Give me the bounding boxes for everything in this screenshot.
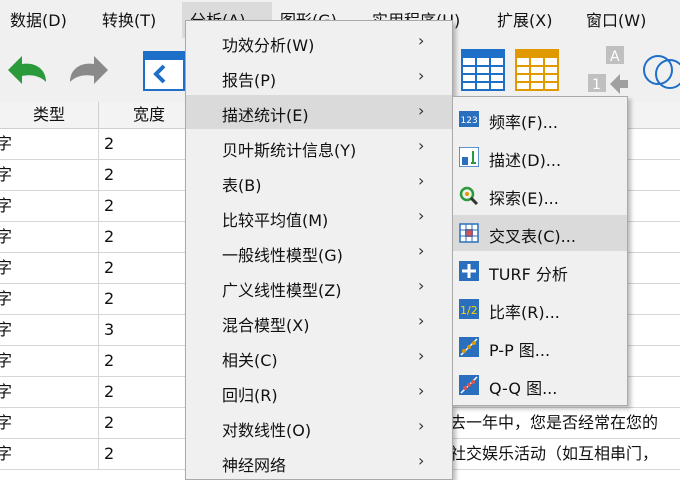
menu-item-ratio[interactable]: 1/2 比率(R)... (453, 291, 627, 327)
submenu-arrow-icon: › (418, 171, 425, 190)
menu-item-regression[interactable]: 回归(R) › (186, 375, 452, 409)
analyze-menu: 功效分析(W) › 报告(P) › 描述统计(E) › 贝叶斯统计信息(Y) › 表(B… (185, 20, 453, 480)
cell-type: 字 (0, 382, 12, 401)
submenu-arrow-icon: › (418, 136, 425, 155)
cell-type: 字 (0, 320, 12, 339)
undo-icon[interactable] (6, 54, 50, 88)
cell-type: 字 (0, 351, 12, 370)
menu-item-correlate[interactable]: 相关(C) › (186, 340, 452, 374)
menu-item-mixed-models[interactable]: 混合模型(X) › (186, 305, 452, 339)
value-labels-icon[interactable]: A 1 (584, 44, 634, 98)
menu-item-neural-networks[interactable]: 神经网络 › (186, 445, 452, 479)
submenu-arrow-icon: › (418, 416, 425, 435)
cell-width[interactable]: 2 (99, 128, 188, 159)
cell-width[interactable]: 2 (99, 159, 188, 190)
cell-width[interactable]: 2 (99, 407, 188, 438)
crosstabs-icon (459, 223, 479, 243)
menu-item-pp-plot[interactable]: P-P 图... (453, 329, 627, 365)
cell-width[interactable]: 2 (99, 221, 188, 252)
menu-item-reports[interactable]: 报告(P) › (186, 60, 452, 94)
submenu-arrow-icon: › (418, 101, 425, 120)
ratio-icon: 1/2 (459, 299, 479, 319)
menu-extensions[interactable]: 扩展(X) (497, 10, 552, 32)
cell-type: 字 (0, 196, 12, 215)
header-width[interactable]: 宽度 (99, 102, 199, 128)
turf-icon (459, 261, 479, 281)
menu-window[interactable]: 窗口(W) (586, 10, 646, 32)
use-sets-icon[interactable] (640, 50, 680, 90)
header-type[interactable]: 类型 (0, 102, 99, 128)
cell-width[interactable]: 2 (99, 345, 188, 376)
cell-type: 字 (0, 444, 12, 463)
cell-type: 字 (0, 227, 12, 246)
descriptives-submenu: 123 频率(F)... 描述(D)... 探索(E)... 交叉表(C)...… (452, 96, 628, 406)
svg-text:A: A (610, 49, 620, 65)
menu-item-bayesian[interactable]: 贝叶斯统计信息(Y) › (186, 130, 452, 164)
submenu-arrow-icon: › (418, 311, 425, 330)
cell-width[interactable]: 2 (99, 438, 188, 469)
menu-data[interactable]: 数据(D) (10, 10, 67, 32)
submenu-arrow-icon: › (418, 206, 425, 225)
cell-width[interactable]: 3 (99, 314, 188, 345)
goto-case-icon[interactable] (142, 48, 186, 94)
redo-icon[interactable] (66, 54, 110, 88)
menu-item-descriptives[interactable]: 描述(D)... (453, 139, 627, 175)
variable-view-icon[interactable] (514, 48, 560, 94)
menu-item-loglinear[interactable]: 对数线性(O) › (186, 410, 452, 444)
cell-label[interactable]: 去一年中，您是否经常在您的 (450, 407, 680, 438)
svg-text:123: 123 (461, 116, 478, 126)
menu-item-generalized-linear-model[interactable]: 广义线性模型(Z) › (186, 270, 452, 304)
submenu-arrow-icon: › (418, 241, 425, 260)
menu-item-general-linear-model[interactable]: 一般线性模型(G) › (186, 235, 452, 269)
submenu-arrow-icon: › (418, 381, 425, 400)
submenu-arrow-icon: › (418, 276, 425, 295)
descriptives-icon (459, 147, 479, 167)
menu-item-power-analysis[interactable]: 功效分析(W) › (186, 25, 452, 59)
data-view-icon[interactable] (460, 48, 506, 94)
svg-text:1/2: 1/2 (460, 304, 478, 317)
menu-item-descriptive-statistics[interactable]: 描述统计(E) › (186, 95, 452, 129)
cell-type: 字 (0, 134, 12, 153)
cell-type: 字 (0, 165, 12, 184)
cell-type: 字 (0, 258, 12, 277)
menu-item-turf[interactable]: TURF 分析 (453, 253, 627, 289)
svg-text:1: 1 (592, 77, 601, 93)
menu-item-explore[interactable]: 探索(E)... (453, 177, 627, 213)
frequencies-icon: 123 (459, 111, 479, 127)
menu-item-tables[interactable]: 表(B) › (186, 165, 452, 199)
cell-width[interactable]: 2 (99, 252, 188, 283)
menu-item-crosstabs[interactable]: 交叉表(C)... (453, 215, 627, 251)
menu-item-compare-means[interactable]: 比较平均值(M) › (186, 200, 452, 234)
menu-item-frequencies[interactable]: 123 频率(F)... (453, 101, 627, 137)
cell-type: 字 (0, 413, 12, 432)
qq-plot-icon (459, 375, 479, 395)
submenu-arrow-icon: › (418, 66, 425, 85)
pp-plot-icon (459, 337, 479, 357)
submenu-arrow-icon: › (418, 31, 425, 50)
menu-transform[interactable]: 转换(T) (102, 10, 156, 32)
cell-width[interactable]: 2 (99, 376, 188, 407)
cell-width[interactable]: 2 (99, 190, 188, 221)
cell-width[interactable]: 2 (99, 283, 188, 314)
submenu-arrow-icon: › (418, 346, 425, 365)
cell-type: 字 (0, 289, 12, 308)
submenu-arrow-icon: › (418, 451, 425, 470)
menu-item-qq-plot[interactable]: Q-Q 图... (453, 367, 627, 403)
explore-icon (459, 186, 479, 205)
cell-label[interactable]: 社交娱乐活动（如互相串门， (450, 438, 680, 469)
